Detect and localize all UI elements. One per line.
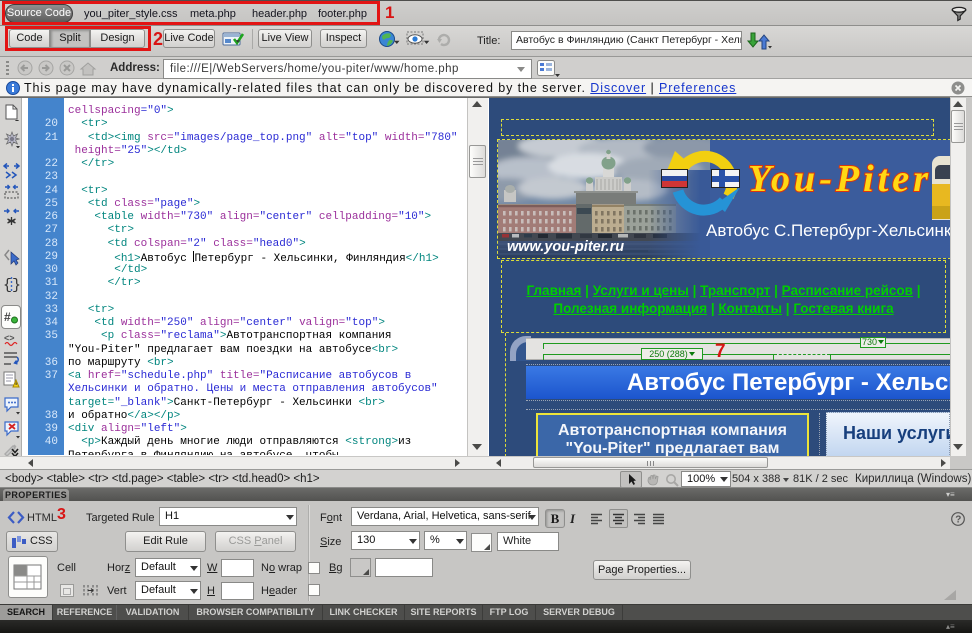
svg-text:?: ? [955, 515, 961, 526]
svg-text:You-Piter: You-Piter [748, 158, 929, 200]
